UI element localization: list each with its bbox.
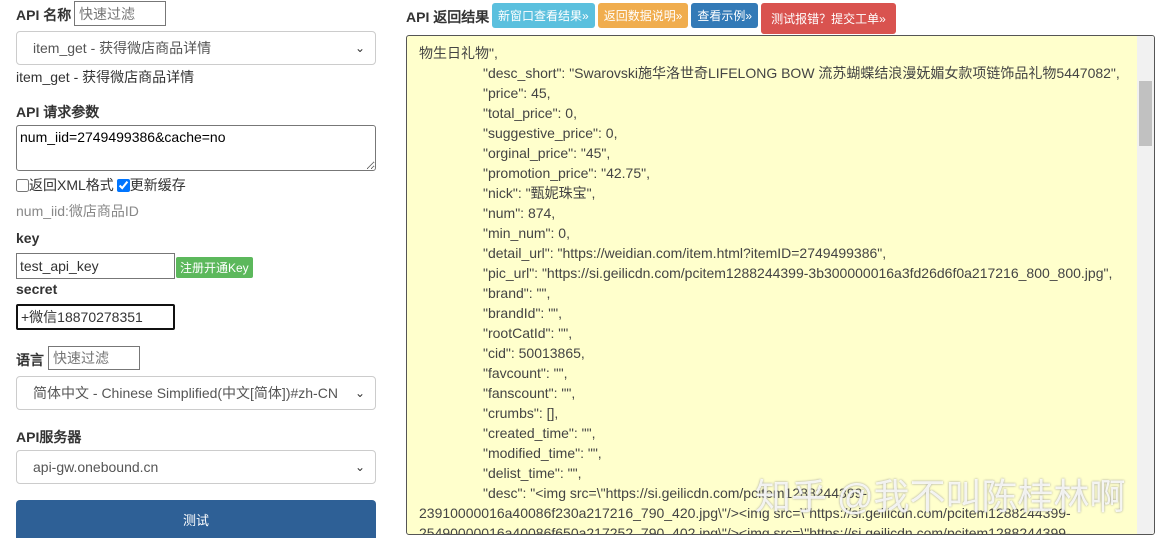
result-line: "promotion_price": "42.75",	[483, 165, 650, 181]
language-filter-input[interactable]	[48, 346, 140, 370]
xml-checkbox[interactable]	[16, 178, 29, 192]
result-line: "crumbs": [],	[483, 405, 559, 421]
api-description: item_get - 获得微店商品详情	[16, 69, 195, 85]
result-line: "brandId": "",	[483, 305, 563, 321]
scrollbar-thumb[interactable]	[1139, 81, 1152, 146]
result-line: "pic_url": "https://si.geilicdn.com/pcit…	[483, 265, 1113, 281]
api-filter-input[interactable]	[74, 1, 166, 26]
server-label: API服务器	[16, 429, 82, 445]
api-name-label: API 名称	[16, 7, 72, 23]
result-line: "num": 874,	[483, 205, 556, 221]
result-line: "detail_url": "https://weidian.com/item.…	[483, 245, 887, 261]
result-output[interactable]: 物生日礼物", "desc_short": "Swarovski施华洛世奇LIFE…	[406, 35, 1155, 535]
server-select[interactable]: api-gw.onebound.cn ⌄	[16, 450, 376, 484]
result-line: "rootCatId": "",	[483, 325, 573, 341]
result-line: "fanscount": "",	[483, 385, 576, 401]
language-select-value: 简体中文 - Chinese Simplified(中文[简体])#zh-CN	[33, 385, 338, 401]
language-select[interactable]: 简体中文 - Chinese Simplified(中文[简体])#zh-CN ⌄	[16, 376, 376, 410]
language-label: 语言	[16, 352, 44, 368]
chevron-down-icon: ⌄	[354, 41, 365, 55]
result-lines: 物生日礼物", "desc_short": "Swarovski施华洛世奇LIFE…	[419, 43, 1134, 535]
api-select[interactable]: item_get - 获得微店商品详情 ⌄	[16, 31, 376, 65]
result-line: "modified_time": "",	[483, 445, 602, 461]
cache-checkbox[interactable]	[116, 178, 130, 192]
result-line: "brand": "",	[483, 285, 551, 301]
result-button-2[interactable]: 查看示例»	[691, 3, 759, 28]
chevron-down-icon: ⌄	[354, 460, 365, 474]
scrollbar[interactable]	[1137, 36, 1154, 534]
xml-label: 返回XML格式	[29, 177, 114, 193]
result-line: "min_num": 0,	[483, 225, 570, 241]
cache-label: 更新缓存	[129, 177, 186, 193]
key-label: key	[16, 230, 40, 246]
server-select-value: api-gw.onebound.cn	[33, 459, 159, 475]
result-line: 25490000016a40086f650a217252_790_402.jpg…	[419, 525, 1071, 535]
api-select-value: item_get - 获得微店商品详情	[33, 40, 212, 56]
result-line: "suggestive_price": 0,	[483, 125, 618, 141]
options-row: 返回XML格式 更新缓存	[16, 175, 186, 195]
result-line: "price": 45,	[483, 85, 551, 101]
key-input[interactable]	[16, 253, 175, 279]
result-line: "favcount": "",	[483, 365, 568, 381]
result-line: 物生日礼物",	[419, 45, 498, 61]
result-line: "cid": 50013865,	[483, 345, 585, 361]
result-title: API 返回结果	[406, 9, 490, 25]
result-line: "orginal_price": "45",	[483, 145, 611, 161]
result-button-0[interactable]: 新窗口查看结果»	[492, 3, 595, 28]
result-button-1[interactable]: 返回数据说明»	[597, 3, 689, 28]
result-toolbar: 新窗口查看结果» 返回数据说明» 查看示例» 测试报错？提交工单»	[492, 3, 899, 34]
secret-label: secret	[16, 281, 58, 297]
param-hint: num_iid:微店商品ID	[16, 203, 139, 219]
result-line: "desc_short": "Swarovski施华洛世奇LIFELONG BO…	[483, 65, 1120, 81]
register-key-button[interactable]: 注册开通Key	[176, 257, 253, 278]
watermark: 知乎 @我不叫陈桂林啊	[755, 476, 1126, 517]
result-button-3[interactable]: 测试报错？提交工单»	[761, 3, 896, 34]
secret-input[interactable]	[16, 304, 175, 330]
chevron-down-icon: ⌄	[354, 386, 365, 400]
result-line: "nick": "甄妮珠宝",	[483, 185, 596, 201]
params-textarea[interactable]: num_iid=2749499386&cache=no	[16, 125, 376, 171]
result-line: "total_price": 0,	[483, 105, 577, 121]
test-button[interactable]: 测试	[16, 500, 376, 538]
result-line: "created_time": "",	[483, 425, 596, 441]
params-label: API 请求参数	[16, 104, 100, 120]
